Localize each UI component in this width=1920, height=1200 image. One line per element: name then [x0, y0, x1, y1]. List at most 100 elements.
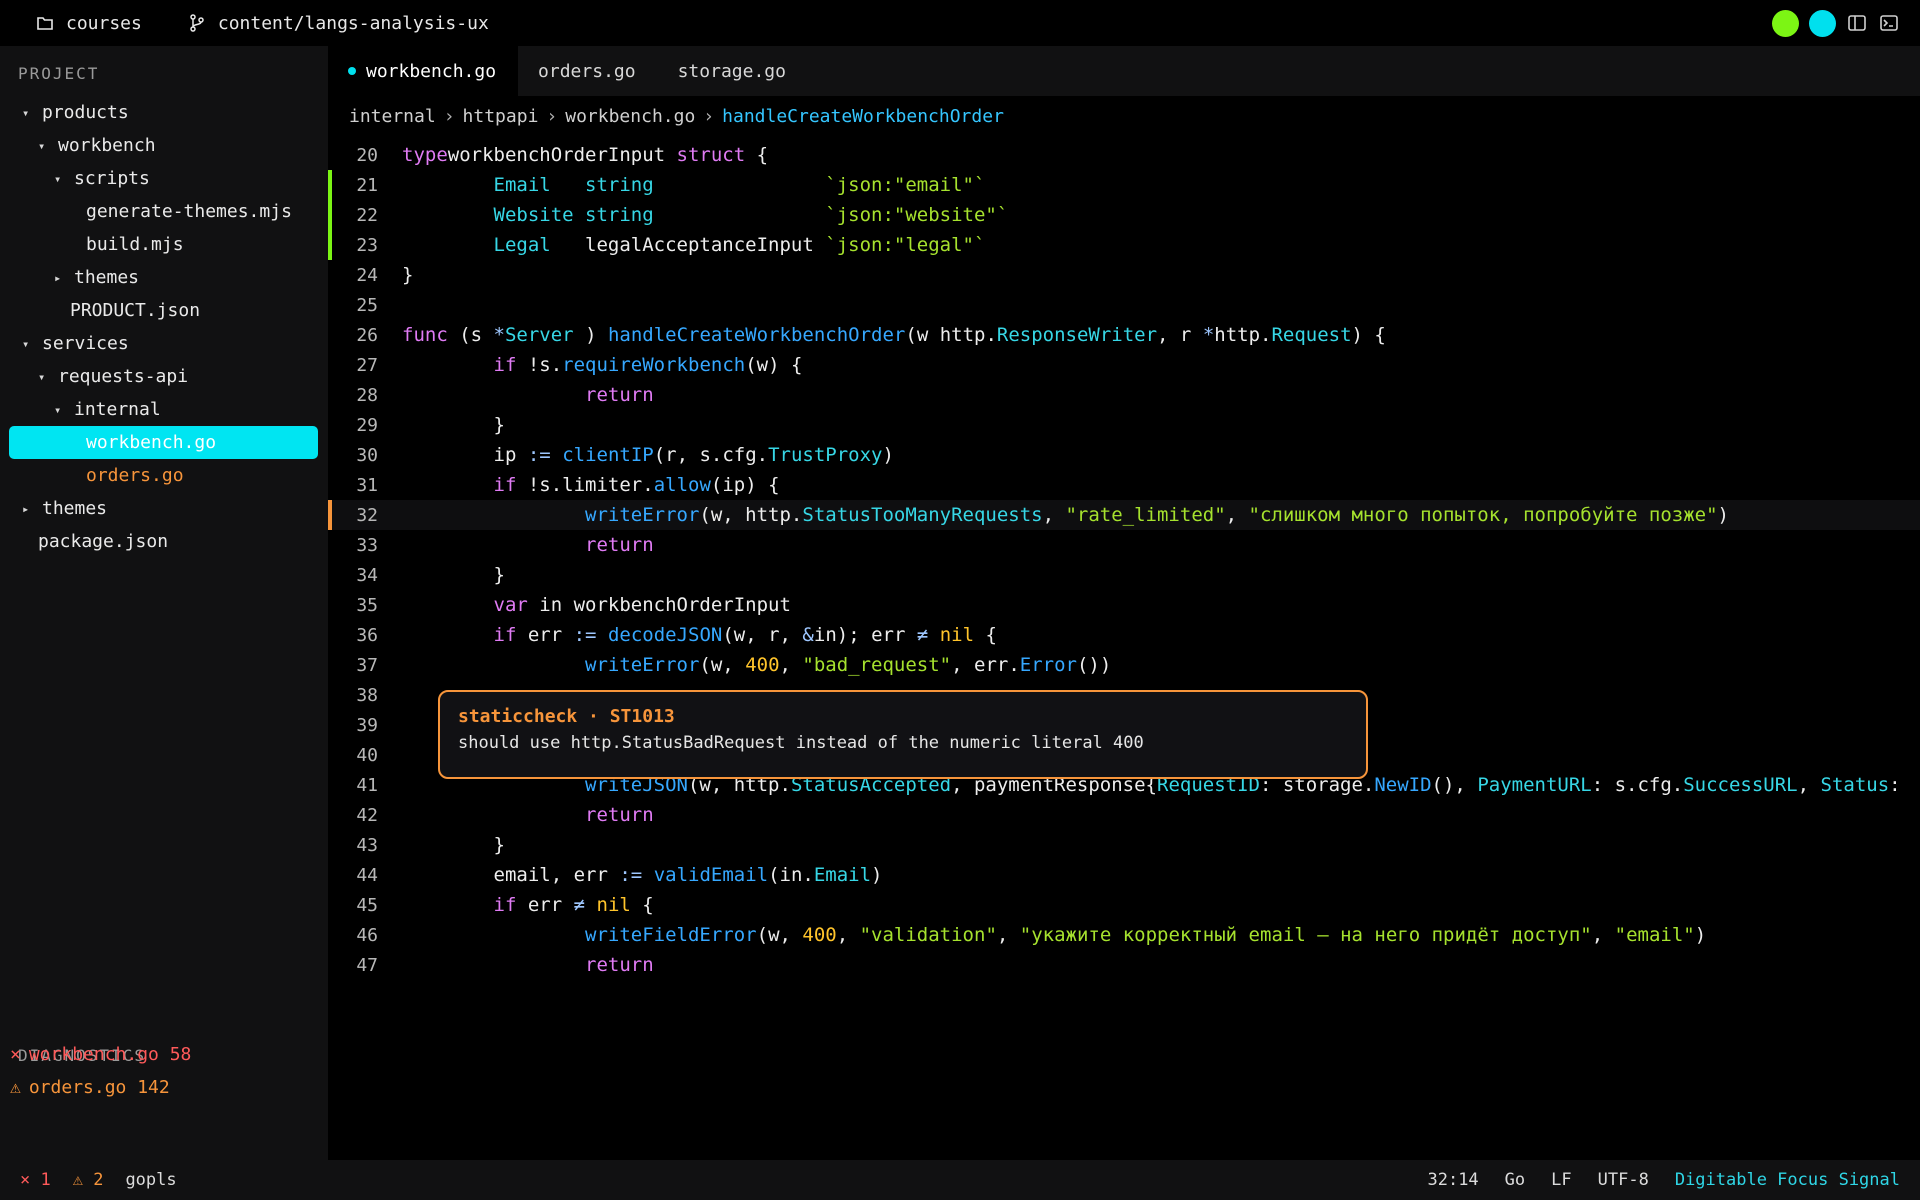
breadcrumb-current[interactable]: handleCreateWorkbenchOrder — [722, 106, 1004, 127]
code-line[interactable]: 45 if err ≠ nil { — [328, 890, 1920, 920]
project-switcher[interactable]: courses — [34, 12, 142, 34]
tab-workbench-go[interactable]: workbench.go — [328, 46, 519, 96]
token: email, err — [402, 864, 620, 886]
tree-item[interactable]: ▾ internal — [0, 393, 328, 426]
diagnostic-item[interactable]: × workbench.go 58 — [10, 1038, 191, 1071]
code-line[interactable]: 20 typeworkbenchOrderInput struct { — [328, 140, 1920, 170]
token: clientIP — [562, 444, 654, 466]
breadcrumb-item[interactable]: httpapi — [463, 106, 539, 127]
token: var — [493, 594, 528, 616]
chevron-right-icon[interactable]: ▸ — [22, 502, 42, 516]
tree-item-label: workbench — [58, 135, 156, 156]
line-ending[interactable]: LF — [1551, 1170, 1571, 1190]
tree-item[interactable]: build.mjs — [0, 228, 328, 261]
tree-item[interactable]: ▸ themes — [0, 492, 328, 525]
token: * — [493, 324, 505, 346]
code-line[interactable]: 31 if !s.limiter.allow(ip) { — [328, 470, 1920, 500]
token: ) — [1717, 504, 1729, 526]
chevron-down-icon[interactable]: ▾ — [38, 370, 58, 384]
code-line[interactable]: 46 writeFieldError(w, 400, "validation",… — [328, 920, 1920, 950]
code-line[interactable]: 34 } — [328, 560, 1920, 590]
tab-orders-go[interactable]: orders.go — [518, 46, 658, 96]
code-line[interactable]: 30 ip := clientIP(r, s.cfg.TrustProxy) — [328, 440, 1920, 470]
code-line[interactable]: 22 Website string `json:"website"` — [328, 200, 1920, 230]
code-line[interactable]: 32 writeError(w, http.StatusTooManyReque… — [328, 500, 1920, 530]
code-line[interactable]: 29 } — [328, 410, 1920, 440]
terminal-icon[interactable] — [1878, 12, 1900, 34]
code-line[interactable]: 25 — [328, 290, 1920, 320]
toggle-sidebar-icon[interactable] — [1846, 12, 1868, 34]
token: Status — [1820, 774, 1890, 796]
theme-name[interactable]: Digitable Focus Signal — [1675, 1170, 1900, 1190]
line-code: ip := clientIP(r, s.cfg.TrustProxy) — [402, 444, 894, 466]
chevron-down-icon[interactable]: ▾ — [54, 172, 74, 186]
token: if — [493, 474, 517, 496]
code-editor[interactable]: 20 typeworkbenchOrderInput struct {21 Ema… — [328, 140, 1920, 1158]
code-line[interactable]: 37 writeError(w, 400, "bad_request", err… — [328, 650, 1920, 680]
tree-item[interactable]: generate-themes.mjs — [0, 195, 328, 228]
token: , — [836, 924, 860, 946]
code-line[interactable]: 21 Email string `json:"email"` — [328, 170, 1920, 200]
breadcrumb-item[interactable]: workbench.go — [565, 106, 695, 127]
token: decodeJSON — [607, 624, 723, 646]
code-line[interactable]: 24} — [328, 260, 1920, 290]
code-line[interactable]: 33 return — [328, 530, 1920, 560]
code-line[interactable]: 26 func (s *Server ) handleCreateWorkbenc… — [328, 320, 1920, 350]
line-number: 33 — [356, 534, 378, 556]
token: "укажите корректный email — на него прид… — [1019, 924, 1592, 946]
chevron-down-icon[interactable]: ▾ — [22, 106, 42, 120]
tree-item[interactable]: orders.go — [0, 459, 328, 492]
code-line[interactable]: 47 return — [328, 950, 1920, 980]
chevron-down-icon[interactable]: ▾ — [54, 403, 74, 417]
tree-item[interactable]: workbench.go — [9, 426, 318, 459]
token: StatusTooManyRequests — [802, 504, 1043, 526]
line-code: return — [402, 384, 654, 406]
status-dot-green[interactable] — [1772, 9, 1799, 37]
chevron-down-icon[interactable]: ▾ — [38, 139, 58, 153]
file-tree: ▾ products ▾ workbench ▾ scripts generate-them… — [0, 96, 328, 558]
chevron-down-icon[interactable]: ▾ — [22, 337, 42, 351]
code-line[interactable]: 23 Legal legalAcceptanceInput `json:"leg… — [328, 230, 1920, 260]
tab-storage-go[interactable]: storage.go — [658, 46, 808, 96]
code-line[interactable]: 42 return — [328, 800, 1920, 830]
breadcrumb-item[interactable]: internal — [349, 106, 436, 127]
branch-switcher[interactable]: content/langs-analysis-ux — [186, 12, 489, 34]
code-line[interactable]: 43 } — [328, 830, 1920, 860]
diagnostic-item[interactable]: ⚠ orders.go 142 — [10, 1071, 191, 1104]
tree-item[interactable]: ▾ workbench — [0, 129, 328, 162]
tree-item[interactable]: PRODUCT.json — [0, 294, 328, 327]
line-number: 30 — [356, 444, 378, 466]
tree-item[interactable]: ▸ themes — [0, 261, 328, 294]
code-line[interactable]: 27 if !s.requireWorkbench(w) { — [328, 350, 1920, 380]
token: "rate_limited" — [1065, 504, 1226, 526]
error-count[interactable]: × 1 — [20, 1170, 51, 1190]
tree-item[interactable]: ▾ products — [0, 96, 328, 129]
cursor-position[interactable]: 32:14 — [1427, 1170, 1478, 1190]
token: ≠ — [916, 624, 929, 646]
file-encoding[interactable]: UTF-8 — [1598, 1170, 1649, 1190]
code-line[interactable]: 44 email, err := validEmail(in.Email) — [328, 860, 1920, 890]
line-code: if !s.requireWorkbench(w) { — [402, 354, 803, 376]
sidebar: PROJECT ▾ products ▾ workbench ▾ scripts gener… — [0, 46, 328, 1160]
code-line[interactable]: 35 var in workbenchOrderInput — [328, 590, 1920, 620]
token: (w http. — [905, 324, 997, 346]
status-dot-cyan[interactable] — [1809, 9, 1836, 37]
code-line[interactable]: 36 if err := decodeJSON(w, r, &in); err … — [328, 620, 1920, 650]
language-mode[interactable]: Go — [1505, 1170, 1525, 1190]
chevron-right-icon[interactable]: ▸ — [54, 271, 74, 285]
language-server[interactable]: gopls — [125, 1170, 176, 1190]
tree-item[interactable]: ▾ scripts — [0, 162, 328, 195]
tree-item[interactable]: ▾ services — [0, 327, 328, 360]
line-code: return — [402, 804, 654, 826]
tree-item-label: scripts — [74, 168, 150, 189]
code-line[interactable]: 28 return — [328, 380, 1920, 410]
tree-item-label: requests-api — [58, 366, 189, 387]
warning-count[interactable]: ⚠ 2 — [73, 1170, 104, 1190]
branch-name: content/langs-analysis-ux — [217, 12, 489, 34]
token: type — [402, 144, 448, 166]
tree-item[interactable]: ▾ requests-api — [0, 360, 328, 393]
tree-item[interactable]: package.json — [0, 525, 328, 558]
token: { — [630, 894, 654, 916]
